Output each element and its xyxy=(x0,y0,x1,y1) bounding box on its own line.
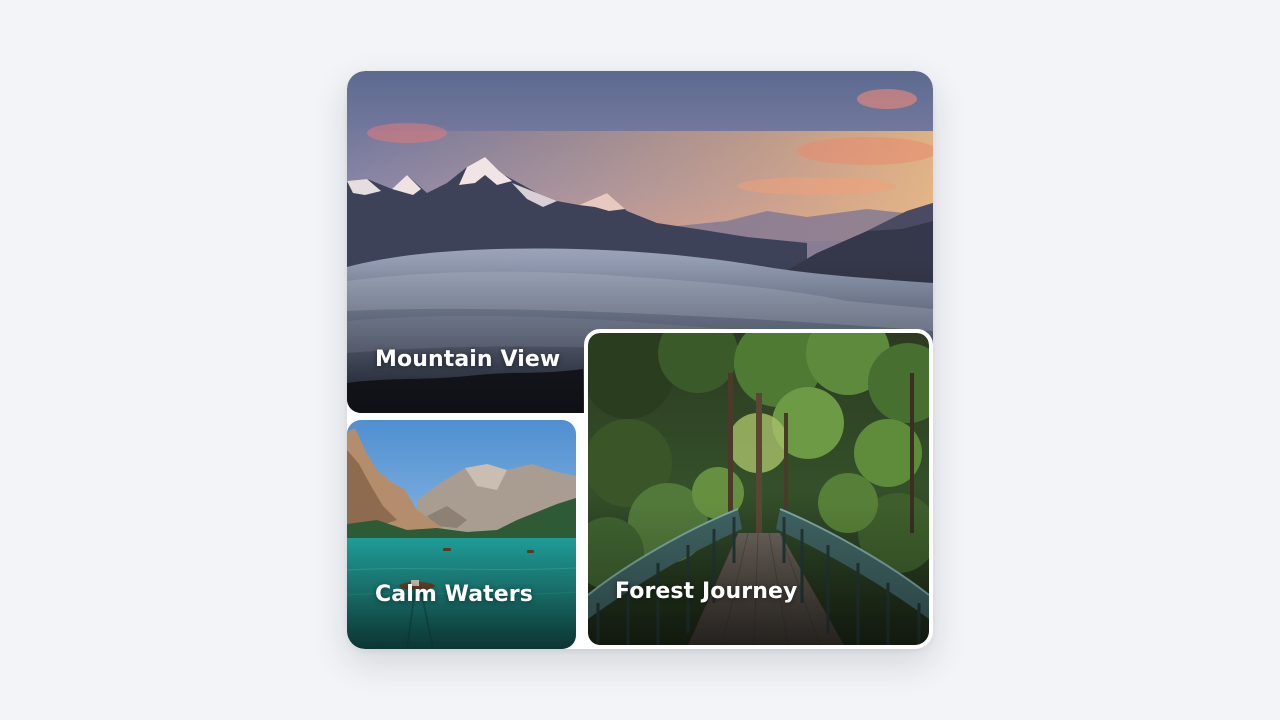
gallery-card-forest-journey[interactable]: Forest Journey xyxy=(584,329,933,649)
photo-gallery: Mountain View Calm Waters Forest Journey xyxy=(347,71,933,649)
card-title: Mountain View xyxy=(375,347,561,372)
card-title: Forest Journey xyxy=(615,579,798,604)
lake-photo xyxy=(347,420,576,649)
card-title: Calm Waters xyxy=(375,582,533,607)
gallery-card-calm-waters[interactable]: Calm Waters xyxy=(347,420,576,649)
